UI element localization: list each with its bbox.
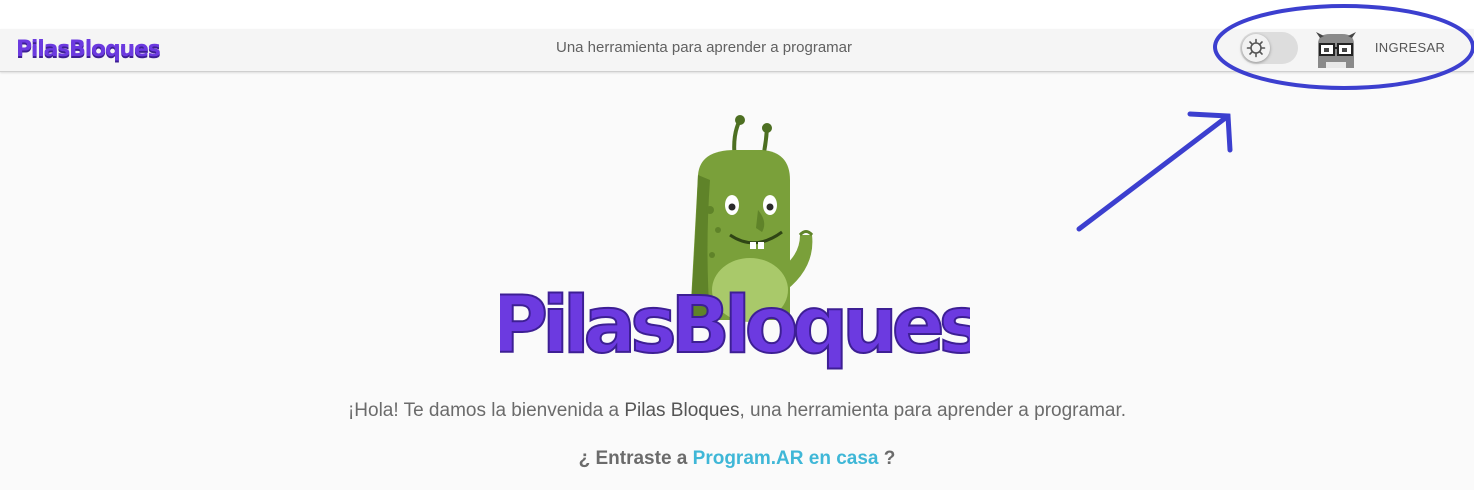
monster-illustration: PilasBloques [490, 115, 989, 372]
question-text-before: ¿ Entraste a [578, 448, 693, 469]
welcome-text-after: , una herramienta para aprender a progra… [739, 400, 1127, 421]
avatar[interactable] [1312, 30, 1360, 68]
navbar: PilasBloques Una herramienta para aprend… [0, 29, 1474, 72]
gear-icon [1242, 34, 1270, 62]
theme-toggle[interactable] [1240, 32, 1298, 64]
navbar-tagline: Una herramienta para aprender a programa… [556, 39, 852, 56]
welcome-text-before: ¡Hola! Te damos la bienvenida a [347, 400, 625, 421]
welcome-app-name: Pilas Bloques [624, 400, 740, 421]
hero-logo-text: PilasBloques [500, 281, 970, 371]
question-text-after: ? [878, 448, 896, 469]
login-button[interactable]: INGRESAR [1368, 33, 1452, 63]
program-ar-link[interactable]: Program.AR en casa [693, 448, 879, 469]
annotation-arrow [1076, 111, 1233, 232]
top-strip [0, 0, 1474, 29]
program-ar-question: ¿ Entraste a Program.AR en casa ? [0, 448, 1474, 470]
welcome-message: ¡Hola! Te damos la bienvenida a Pilas Bl… [0, 400, 1474, 422]
hero-logo: PilasBloques [490, 110, 989, 375]
